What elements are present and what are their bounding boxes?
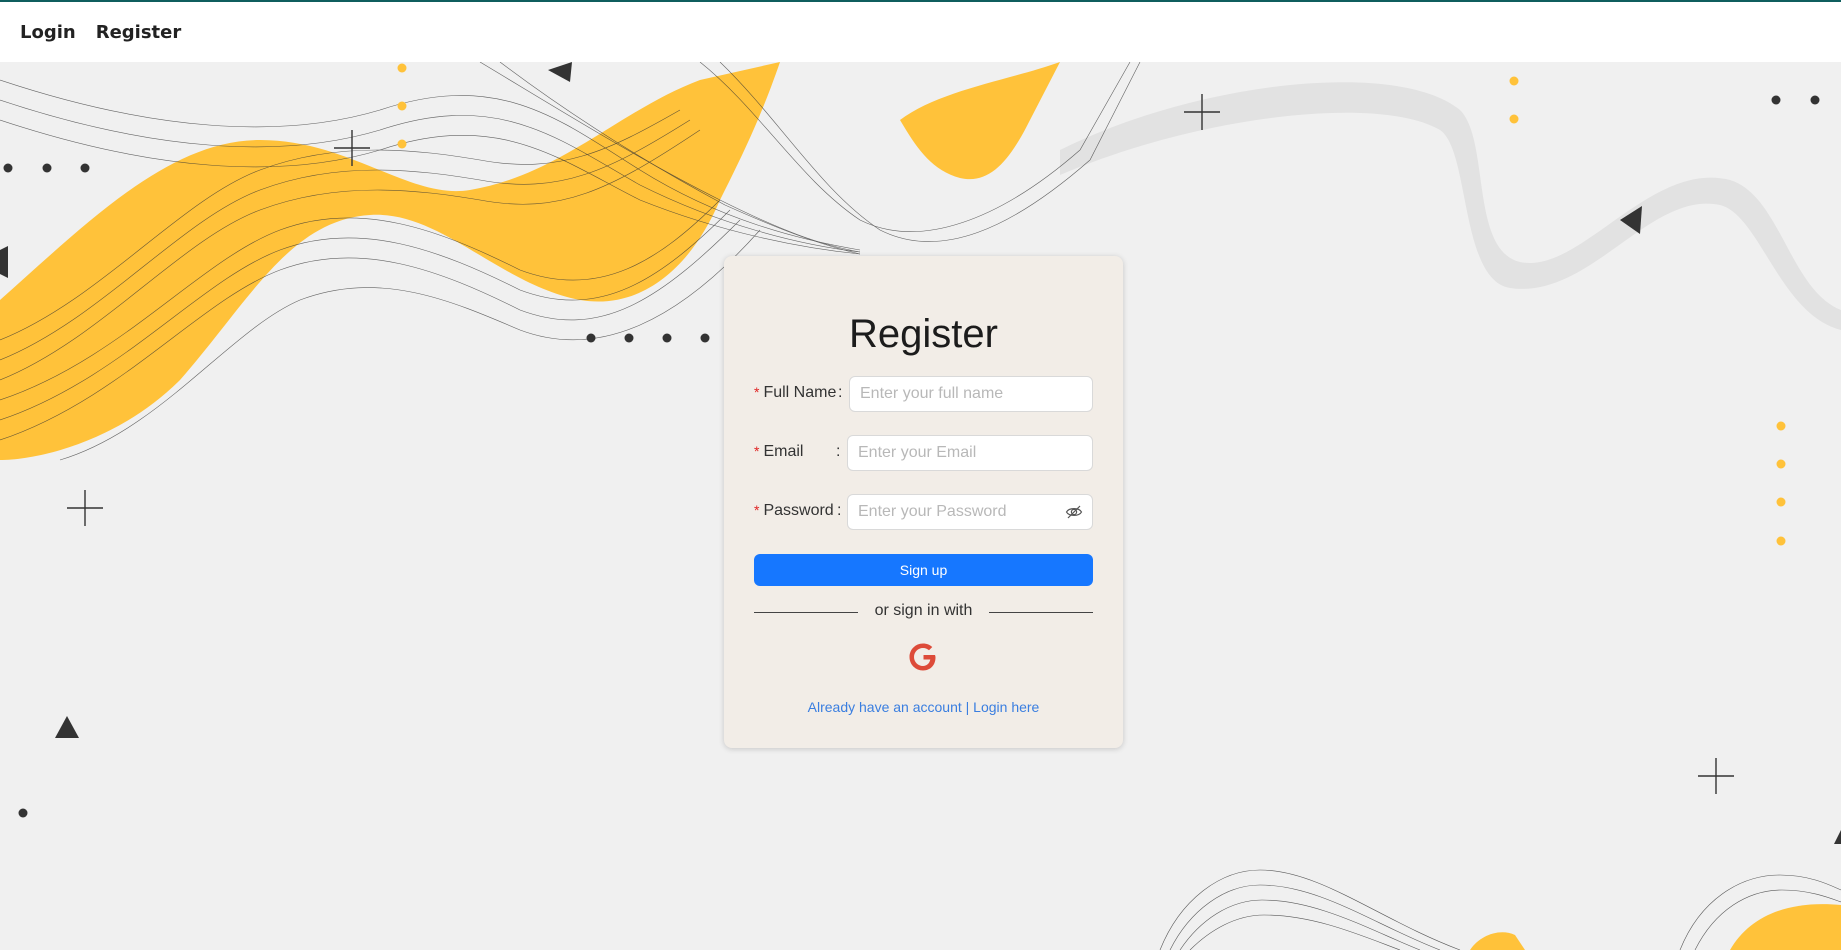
yellow-blob-bottom-2 (1730, 904, 1841, 950)
yellow-wave-shape (0, 62, 780, 460)
email-row: * Email : (754, 435, 1093, 471)
top-navbar: Login Register (0, 2, 1841, 62)
full-name-input[interactable] (849, 376, 1093, 412)
login-here-link[interactable]: Already have an account | Login here (724, 699, 1123, 715)
google-icon[interactable] (908, 642, 938, 672)
password-label: * Password (754, 502, 834, 520)
email-input[interactable] (847, 435, 1093, 471)
nav-register-link[interactable]: Register (96, 22, 182, 43)
password-row: * Password : (754, 494, 1093, 530)
required-mark: * (754, 443, 760, 459)
grey-ribbon-shape (1060, 82, 1841, 330)
full-name-label-text: Full Name (763, 384, 837, 401)
eye-invisible-icon[interactable] (1065, 503, 1083, 521)
email-label: * Email (754, 443, 803, 461)
divider-text: or sign in with (874, 602, 973, 619)
nav-login-link[interactable]: Login (20, 22, 76, 43)
email-label-text: Email (763, 443, 804, 460)
sign-up-button[interactable]: Sign up (754, 554, 1093, 586)
register-card: Register *Full Name : *Email : *Password… (724, 256, 1123, 748)
required-mark: * (754, 384, 760, 400)
password-label-text: Password (763, 502, 834, 519)
full-name-label: * Full Name (754, 384, 836, 402)
yellow-blob-top (900, 62, 1060, 180)
yellow-blob-bottom-1 (1470, 932, 1525, 950)
register-title: Register (849, 312, 998, 356)
password-input[interactable] (847, 494, 1093, 530)
divider-line-right (989, 612, 1093, 613)
full-name-row: * Full Name : (754, 376, 1093, 412)
required-mark: * (754, 502, 760, 518)
email-colon: : (836, 443, 841, 460)
full-name-colon: : (838, 384, 843, 401)
or-sign-in-divider: or sign in with (754, 602, 1093, 622)
password-colon: : (837, 502, 842, 519)
